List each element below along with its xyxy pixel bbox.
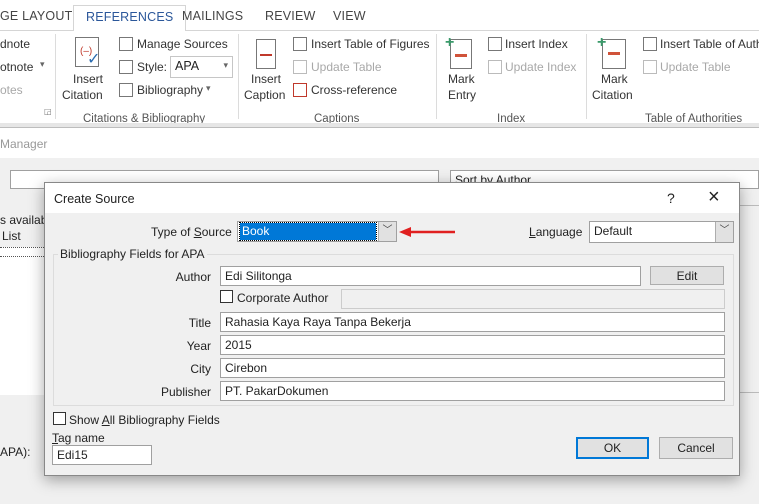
- city-input[interactable]: Cirebon: [220, 358, 725, 378]
- create-source-dialog: Create Source ? × Type of Source Book ﹀ …: [44, 182, 740, 476]
- show-all-fields-checkbox[interactable]: [53, 412, 66, 425]
- bibliography-icon: [119, 83, 133, 97]
- manage-sources-icon: [119, 37, 133, 51]
- insert-caption-icon: [256, 39, 276, 69]
- tab-view[interactable]: VIEW: [333, 9, 366, 23]
- insert-citation-icon: (–) ✓: [75, 37, 100, 68]
- tab-page-layout[interactable]: GE LAYOUT: [0, 9, 72, 23]
- chevron-down-icon: ▾: [223, 60, 228, 70]
- source-manager-title: Manager: [0, 137, 48, 151]
- city-label: City: [190, 362, 211, 376]
- insert-caption-button[interactable]: Insert Caption: [242, 33, 290, 103]
- style-label: Style:: [137, 60, 168, 74]
- tab-review[interactable]: REVIEW: [265, 9, 316, 23]
- author-label: Author: [175, 270, 211, 284]
- mark-entry-icon: +: [445, 34, 472, 69]
- update-index-button[interactable]: Update Index: [505, 60, 576, 74]
- title-label: Title: [188, 316, 211, 330]
- update-index-icon: [488, 60, 502, 74]
- corporate-author-input[interactable]: [341, 289, 725, 309]
- mark-entry-button[interactable]: + Mark Entry: [442, 33, 482, 103]
- cross-reference-icon: [293, 83, 307, 97]
- chevron-down-icon: ▾: [206, 83, 211, 93]
- style-select[interactable]: APA ▾: [170, 56, 233, 78]
- update-table-button[interactable]: Update Table: [311, 60, 382, 74]
- ribbon: dnote otnote ▾ otes ◲ (–) ✓ Insert Citati…: [0, 31, 759, 125]
- tag-name-label: Tag name: [52, 431, 105, 445]
- year-label: Year: [186, 339, 211, 353]
- corporate-author-label: Corporate Author: [237, 291, 329, 305]
- tab-mailings[interactable]: MAILINGS: [182, 9, 243, 23]
- style-icon: [119, 60, 133, 74]
- red-arrow-annotation: [399, 227, 455, 237]
- bibliography-button[interactable]: Bibliography: [137, 83, 203, 97]
- tag-name-input[interactable]: Edi15: [52, 445, 152, 465]
- year-input[interactable]: 2015: [220, 335, 725, 355]
- dialog-launcher-icon[interactable]: ◲: [44, 107, 52, 116]
- show-all-fields-label: Show All Bibliography Fields: [69, 413, 220, 427]
- insert-endnote-button[interactable]: dnote: [0, 37, 30, 51]
- insert-table-of-authorities-icon: [643, 37, 657, 51]
- update-table-icon: [293, 60, 307, 74]
- edit-button[interactable]: Edit: [650, 266, 724, 285]
- insert-citation-button[interactable]: (–) ✓ Insert Citation: [60, 33, 114, 103]
- insert-table-of-authorities-button[interactable]: Insert Table of Auth: [660, 37, 759, 51]
- publisher-label: Publisher: [160, 385, 211, 399]
- language-select[interactable]: Default ﹀: [589, 221, 734, 243]
- preview-label: APA):: [0, 445, 31, 459]
- insert-index-icon: [488, 37, 502, 51]
- chevron-down-icon: ﹀: [715, 222, 733, 242]
- next-footnote-button[interactable]: otnote: [0, 60, 33, 74]
- footnotes-group-label: otes: [0, 83, 23, 97]
- chevron-down-icon: ﹀: [378, 222, 396, 241]
- tab-references[interactable]: REFERENCES: [73, 5, 187, 32]
- mark-citation-button[interactable]: + Mark Citation: [590, 33, 638, 103]
- update-table-icon: [643, 60, 657, 74]
- type-of-source-select[interactable]: Book ﹀: [237, 221, 397, 242]
- cancel-button[interactable]: Cancel: [659, 437, 733, 459]
- master-list[interactable]: [0, 247, 44, 395]
- chevron-down-icon[interactable]: ▾: [40, 59, 45, 70]
- insert-table-of-figures-button[interactable]: Insert Table of Figures: [311, 37, 430, 51]
- ribbon-tab-bar: GE LAYOUT REFERENCES MAILINGS REVIEW VIE…: [0, 0, 759, 32]
- close-button[interactable]: ×: [708, 186, 720, 209]
- ok-button[interactable]: OK: [576, 437, 649, 459]
- title-input[interactable]: Rahasia Kaya Raya Tanpa Bekerja: [220, 312, 725, 332]
- publisher-input[interactable]: PT. PakarDokumen: [220, 381, 725, 401]
- author-input[interactable]: Edi Silitonga: [220, 266, 641, 286]
- group-label: Bibliography Fields for APA: [58, 247, 207, 261]
- dialog-title-bar: Create Source ? ×: [45, 183, 739, 213]
- type-of-source-label: Type of Source: [151, 225, 232, 239]
- cross-reference-button[interactable]: Cross-reference: [311, 83, 397, 97]
- mark-citation-icon: +: [597, 34, 626, 69]
- language-label: Language: [529, 225, 583, 239]
- update-table-authorities-button[interactable]: Update Table: [660, 60, 731, 74]
- table-of-figures-icon: [293, 37, 307, 51]
- sources-available-label: s availabl: [0, 213, 51, 227]
- dialog-title: Create Source: [54, 192, 135, 206]
- master-list-label: List: [2, 229, 21, 243]
- manage-sources-button[interactable]: Manage Sources: [137, 37, 228, 51]
- help-button[interactable]: ?: [667, 190, 675, 206]
- insert-index-button[interactable]: Insert Index: [505, 37, 568, 51]
- corporate-author-checkbox[interactable]: [220, 290, 233, 303]
